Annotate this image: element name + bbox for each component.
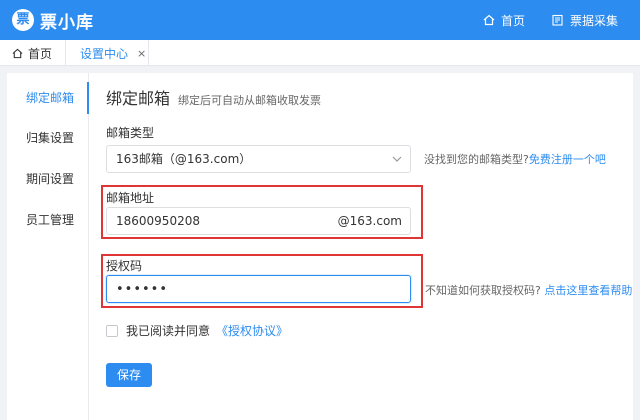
tab-home-label: 首页 [28,46,53,61]
nav-invoice-collect-label: 票据采集 [570,13,619,28]
save-button[interactable]: 保存 [106,363,152,387]
chevron-down-icon [392,156,402,162]
agree-label: 我已阅读并同意 [126,324,211,338]
tab-bar: 首页 设置中心 × [0,40,640,66]
mailbox-type-label: 邮箱类型 [106,126,155,140]
close-icon[interactable]: × [137,47,146,60]
register-mailbox-link[interactable]: 免费注册一个吧 [529,153,606,166]
agreement-row: 我已阅读并同意 《授权协议》 [106,322,288,339]
email-label: 邮箱地址 [106,191,155,205]
sidebar-item-bind-email[interactable]: 绑定邮箱 [7,82,89,114]
mailbox-type-select[interactable]: 163邮箱（@163.com） [106,145,411,173]
logo-icon: 票 [12,9,34,31]
tab-home[interactable]: 首页 [0,40,66,66]
main-panel: 绑定邮箱 归集设置 期间设置 员工管理 绑定邮箱 绑定后可自动从邮箱收取发票 邮… [7,73,633,420]
home-icon [483,14,495,26]
tab-settings[interactable]: 设置中心 × [67,40,149,66]
app-logo[interactable]: 票 票小库 [12,8,94,33]
mailbox-type-hint: 没找到您的邮箱类型?免费注册一个吧 [424,151,606,167]
edit-icon [552,14,563,26]
auth-code-hint: 不知道如何获取授权码? 点击这里查看帮助 [425,282,632,298]
auth-code-help-link[interactable]: 点击这里查看帮助 [544,284,632,297]
auth-code-label: 授权码 [106,259,143,273]
agree-checkbox[interactable] [106,324,118,337]
email-value: 18600950208 [116,214,200,228]
auth-code-field[interactable]: •••••• [106,275,411,303]
home-icon [12,48,23,58]
nav-invoice-collect[interactable]: 票据采集 [552,11,618,29]
settings-sidebar: 绑定邮箱 归集设置 期间设置 员工管理 [7,73,89,420]
authorization-agreement-link[interactable]: 《授权协议》 [216,322,288,339]
sidebar-item-collection-settings[interactable]: 归集设置 [7,122,89,154]
sidebar-item-staff-management[interactable]: 员工管理 [7,204,89,236]
email-field[interactable]: 18600950208 @163.com [106,207,411,235]
nav-home[interactable]: 首页 [483,11,525,29]
top-bar: 票 票小库 首页 票据采集 [0,0,640,40]
page-title: 绑定邮箱 [106,89,171,108]
email-suffix: @163.com [337,214,402,228]
bind-email-form: 绑定邮箱 绑定后可自动从邮箱收取发票 邮箱类型 163邮箱（@163.com） … [89,73,633,420]
auth-code-value: •••••• [116,282,169,297]
app-name: 票小库 [40,12,94,33]
auth-code-hint-text: 不知道如何获取授权码? [425,284,541,297]
page-header: 绑定邮箱 绑定后可自动从邮箱收取发票 [106,85,321,109]
page-subtitle: 绑定后可自动从邮箱收取发票 [178,94,322,107]
mailbox-type-value: 163邮箱（@163.com） [116,152,252,166]
sidebar-item-period-settings[interactable]: 期间设置 [7,163,89,195]
nav-home-label: 首页 [501,13,526,28]
mailbox-type-hint-text: 没找到您的邮箱类型? [424,153,529,166]
tab-settings-label: 设置中心 [80,46,129,61]
